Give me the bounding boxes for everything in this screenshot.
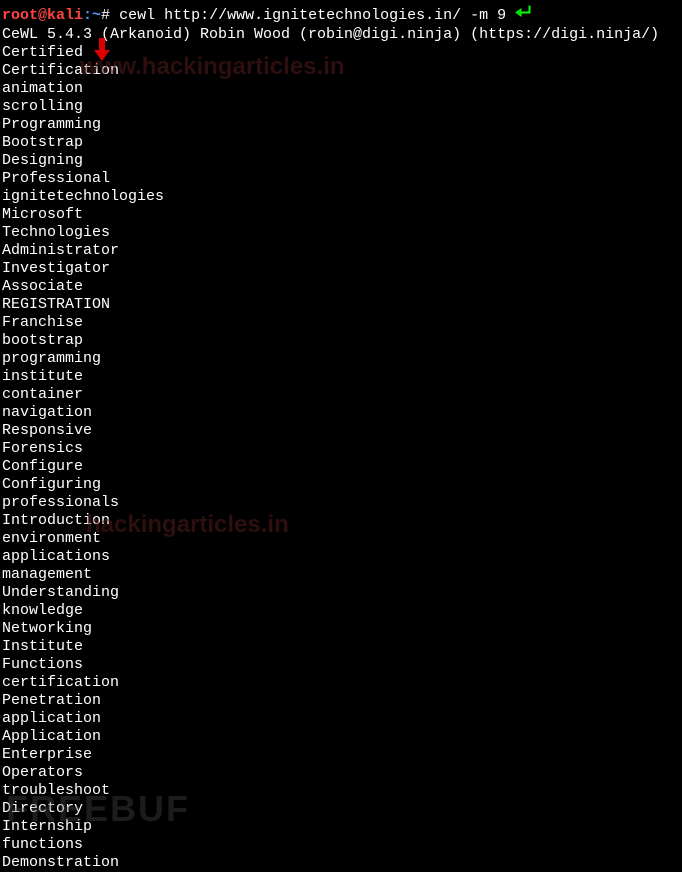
word-output-line: container xyxy=(2,386,680,404)
word-output-line: Configuring xyxy=(2,476,680,494)
enter-key-icon xyxy=(515,4,533,26)
word-output-line: Internship xyxy=(2,818,680,836)
word-output-line: Forensics xyxy=(2,440,680,458)
word-output-line: functions xyxy=(2,836,680,854)
word-output-line: Responsive xyxy=(2,422,680,440)
word-output-line: applications xyxy=(2,548,680,566)
word-output-line: Investigator xyxy=(2,260,680,278)
word-output-line: Institute xyxy=(2,638,680,656)
word-output-line: Programming xyxy=(2,116,680,134)
word-output-container: CertifiedCertificationanimationscrolling… xyxy=(2,44,680,872)
command-text: cewl http://www.ignitetechnologies.in/ -… xyxy=(119,7,506,24)
word-output-line: institute xyxy=(2,368,680,386)
word-output-line: certification xyxy=(2,674,680,692)
word-output-line: Franchise xyxy=(2,314,680,332)
prompt-path: ~ xyxy=(92,7,101,24)
word-output-line: Professional xyxy=(2,170,680,188)
word-output-line: REGISTRATION xyxy=(2,296,680,314)
word-output-line: knowledge xyxy=(2,602,680,620)
word-output-line: management xyxy=(2,566,680,584)
word-output-line: bootstrap xyxy=(2,332,680,350)
word-output-line: Technologies xyxy=(2,224,680,242)
word-output-line: Certification xyxy=(2,62,680,80)
word-output-line: Networking xyxy=(2,620,680,638)
annotation-red-arrow-icon xyxy=(92,38,112,62)
prompt-user-host: root@kali xyxy=(2,7,83,24)
space xyxy=(506,7,515,24)
word-output-line: Enterprise xyxy=(2,746,680,764)
word-output-line: programming xyxy=(2,350,680,368)
word-output-line: Operators xyxy=(2,764,680,782)
word-output-line: troubleshoot xyxy=(2,782,680,800)
word-output-line: Designing xyxy=(2,152,680,170)
word-output-line: Configure xyxy=(2,458,680,476)
word-output-line: Directory xyxy=(2,800,680,818)
prompt-space xyxy=(110,7,119,24)
word-output-line: application xyxy=(2,710,680,728)
word-output-line: Understanding xyxy=(2,584,680,602)
prompt-separator: : xyxy=(83,7,92,24)
word-output-line: navigation xyxy=(2,404,680,422)
word-output-line: Application xyxy=(2,728,680,746)
word-output-line: Introduction xyxy=(2,512,680,530)
terminal-prompt-line[interactable]: root@kali:~# cewl http://www.ignitetechn… xyxy=(2,4,680,26)
word-output-line: Bootstrap xyxy=(2,134,680,152)
word-output-line: Functions xyxy=(2,656,680,674)
word-output-line: professionals xyxy=(2,494,680,512)
word-output-line: Administrator xyxy=(2,242,680,260)
word-output-line: Demonstration xyxy=(2,854,680,872)
word-output-line: animation xyxy=(2,80,680,98)
word-output-line: Associate xyxy=(2,278,680,296)
word-output-line: environment xyxy=(2,530,680,548)
word-output-line: Penetration xyxy=(2,692,680,710)
word-output-line: ignitetechnologies xyxy=(2,188,680,206)
word-output-line: Microsoft xyxy=(2,206,680,224)
prompt-symbol: # xyxy=(101,7,110,24)
word-output-line: scrolling xyxy=(2,98,680,116)
